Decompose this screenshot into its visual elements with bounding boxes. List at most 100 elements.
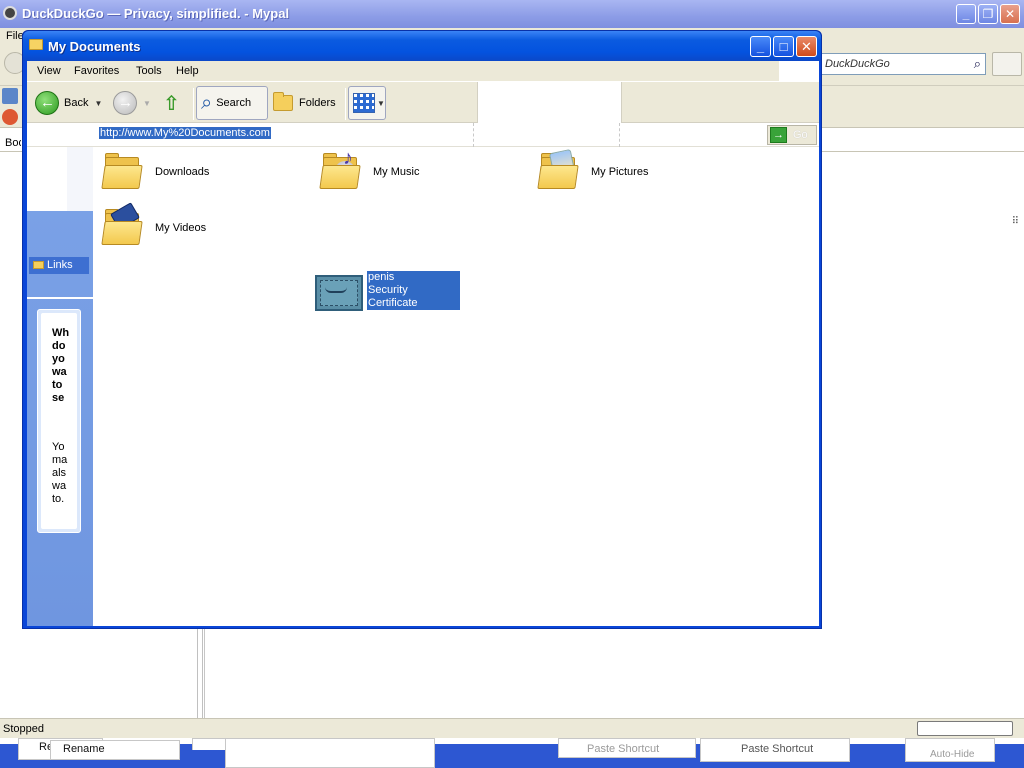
auto-hide-label: Auto-Hide bbox=[930, 749, 975, 760]
explorer-body: View Favorites Tools Help ← Back ▼ → ▼ ⇧… bbox=[27, 61, 819, 626]
taskbar-blank-button-2[interactable] bbox=[225, 738, 435, 768]
taskbar-auto-hide-ghost[interactable]: Auto-Hide bbox=[905, 738, 995, 762]
toolbar-blank-area bbox=[477, 82, 622, 123]
item-my-videos-label: My Videos bbox=[155, 222, 207, 234]
item-downloads-label: Downloads bbox=[155, 166, 210, 178]
sidebar-splitter[interactable] bbox=[197, 629, 203, 718]
browser-titlebar: DuckDuckGo — Privacy, simplified. - Mypa… bbox=[0, 0, 1024, 28]
menu-help[interactable]: Help bbox=[176, 65, 199, 77]
explorer-minimize-button[interactable]: _ bbox=[750, 36, 771, 57]
links-folder-icon bbox=[33, 261, 44, 270]
folders-icon bbox=[273, 92, 293, 111]
back-button[interactable]: ← Back ▼ bbox=[35, 86, 105, 120]
music-folder-icon: ♪ bbox=[319, 147, 363, 191]
pictures-folder-icon bbox=[537, 148, 581, 191]
menu-tools[interactable]: Tools bbox=[136, 65, 162, 77]
taskbar-paste-shortcut-button[interactable]: Paste Shortcut bbox=[700, 738, 850, 762]
search-label: Search bbox=[216, 97, 252, 109]
mypal-app-icon bbox=[3, 6, 17, 20]
status-progress-box bbox=[917, 721, 1013, 736]
windows-logo-area bbox=[779, 61, 819, 82]
go-label: Go bbox=[793, 129, 808, 141]
search-companion-question: Wh do yo wa to se bbox=[52, 327, 70, 404]
browser-minimize-button[interactable]: _ bbox=[956, 4, 976, 24]
menu-favorites[interactable]: Favorites bbox=[74, 65, 119, 77]
taskbar: Re Rename Paste Shortcut Paste Shortcut … bbox=[0, 738, 1024, 768]
folders-button[interactable]: Folders bbox=[273, 86, 345, 120]
back-dropdown-icon[interactable]: ▼ bbox=[94, 99, 102, 108]
taskbar-paste-shortcut-ghost[interactable]: Paste Shortcut bbox=[558, 738, 696, 758]
task-pane: Links Wh do yo wa to se Yo ma als wa to. bbox=[27, 147, 93, 626]
back-label: Back bbox=[64, 97, 89, 109]
browser-search-go-button[interactable] bbox=[992, 52, 1022, 76]
browser-restore-button[interactable]: ❐ bbox=[978, 4, 998, 24]
browser-close-button[interactable]: ✕ bbox=[1000, 4, 1020, 24]
search-magnifier-icon: ⌕ bbox=[201, 91, 213, 114]
certificate-name: penis bbox=[368, 271, 395, 283]
browser-search-placeholder: DuckDuckGo bbox=[825, 58, 890, 70]
explorer-maximize-button[interactable]: □ bbox=[773, 36, 794, 57]
forward-dropdown-icon[interactable]: ▼ bbox=[143, 99, 151, 108]
item-my-pictures[interactable]: My Pictures bbox=[537, 148, 649, 191]
toolbar-separator bbox=[193, 88, 194, 120]
up-folder-button[interactable]: ⇧ bbox=[163, 86, 189, 120]
browser-statusbar: Stopped bbox=[0, 718, 1024, 738]
forward-arrow-icon: → bbox=[113, 91, 137, 115]
videos-folder-icon bbox=[101, 202, 145, 247]
explorer-window: My Documents _ □ ✕ View Favorites Tools … bbox=[22, 30, 822, 629]
address-bar: http://www.My%20Documents.com → Go bbox=[27, 123, 819, 147]
up-folder-icon: ⇧ bbox=[163, 92, 180, 115]
bookmarks-label: Bookmarks bbox=[5, 137, 21, 149]
toolbar-grip-icon[interactable]: ⠿ bbox=[1012, 216, 1019, 227]
certificate-icon[interactable] bbox=[315, 275, 363, 311]
explorer-title: My Documents bbox=[48, 39, 141, 54]
item-certificate[interactable]: penis Security Certificate 2 KB bbox=[367, 271, 460, 322]
item-my-videos[interactable]: My Videos bbox=[101, 202, 207, 247]
forward-button[interactable]: → ▼ bbox=[113, 86, 157, 120]
browser-page-icon[interactable] bbox=[2, 88, 18, 104]
menu-view[interactable]: View bbox=[37, 65, 61, 77]
browser-search-input[interactable]: DuckDuckGo ⌕ bbox=[820, 53, 986, 75]
status-text: Stopped bbox=[3, 723, 44, 735]
duckduckgo-icon[interactable] bbox=[2, 109, 18, 125]
search-icon[interactable]: ⌕ bbox=[974, 56, 981, 72]
item-my-pictures-label: My Pictures bbox=[591, 166, 649, 178]
certificate-type: Security Certificate bbox=[368, 284, 418, 309]
explorer-toolbar: ← Back ▼ → ▼ ⇧ ⌕ Search Folders ▼ bbox=[27, 82, 819, 123]
item-downloads[interactable]: Downloads bbox=[101, 153, 209, 191]
paste-shortcut-ghost-label: Paste Shortcut bbox=[587, 743, 660, 755]
address-divider-2 bbox=[619, 123, 620, 147]
task-pane-divider bbox=[27, 297, 93, 299]
go-arrow-icon: → bbox=[770, 127, 787, 143]
explorer-titlebar[interactable]: My Documents _ □ ✕ bbox=[23, 31, 821, 61]
task-pane-fade bbox=[67, 147, 93, 211]
views-icon bbox=[353, 93, 375, 113]
music-note-icon: ♪ bbox=[343, 147, 353, 169]
folder-icon bbox=[101, 153, 145, 191]
search-button[interactable]: ⌕ Search bbox=[196, 86, 268, 120]
folder-icon bbox=[29, 39, 43, 50]
back-arrow-icon: ← bbox=[35, 91, 59, 115]
explorer-close-button[interactable]: ✕ bbox=[796, 36, 817, 57]
links-button[interactable]: Links bbox=[29, 257, 89, 274]
views-dropdown-icon: ▼ bbox=[377, 98, 385, 108]
search-companion-box: Wh do yo wa to se Yo ma als wa to. bbox=[37, 309, 81, 533]
file-view: Downloads ♪ My Music My Pictures My Vide… bbox=[93, 147, 819, 626]
paste-shortcut-label: Paste Shortcut bbox=[741, 743, 814, 755]
certificate-size: 2 KB bbox=[368, 310, 392, 322]
search-companion-answer: Yo ma als wa to. bbox=[52, 441, 68, 505]
explorer-menubar: View Favorites Tools Help bbox=[27, 61, 819, 82]
views-button[interactable]: ▼ bbox=[348, 86, 386, 120]
address-divider bbox=[473, 123, 474, 147]
go-button[interactable]: → Go bbox=[767, 125, 817, 145]
folders-label: Folders bbox=[299, 97, 336, 109]
search-companion-inner: Wh do yo wa to se Yo ma als wa to. bbox=[41, 313, 77, 529]
browser-title: DuckDuckGo — Privacy, simplified. - Mypa… bbox=[22, 6, 290, 21]
links-label: Links bbox=[47, 259, 73, 271]
item-my-music[interactable]: ♪ My Music bbox=[319, 147, 420, 191]
item-my-music-label: My Music bbox=[373, 166, 420, 178]
taskbar-rename-button[interactable]: Rename bbox=[50, 740, 180, 760]
address-input[interactable]: http://www.My%20Documents.com bbox=[99, 127, 271, 139]
toolbar-separator-2 bbox=[345, 88, 346, 120]
rename-label: Rename bbox=[63, 743, 105, 755]
